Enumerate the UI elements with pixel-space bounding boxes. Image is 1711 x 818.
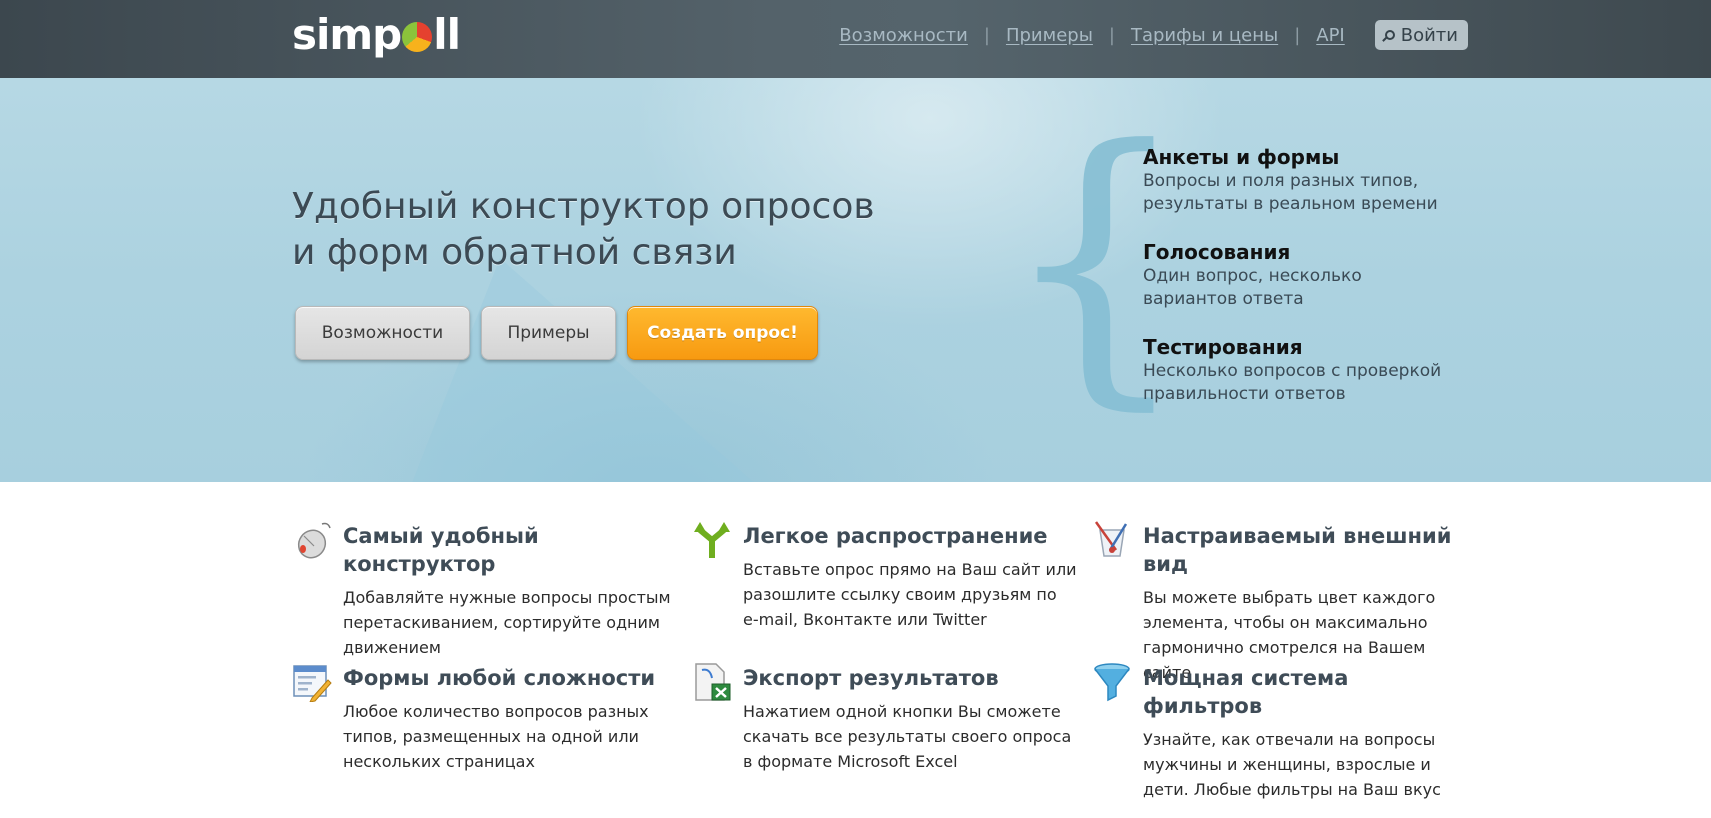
feature-title: Формы любой сложности [343,666,656,690]
use-case-desc-line: Вопросы и поля разных типов, [1143,171,1419,191]
feature-desc: Любое количество вопросов разных типов, … [343,699,692,774]
feature-forms: Формы любой сложности Любое количество в… [292,660,692,782]
use-case-desc-line: Один вопрос, несколько [1143,266,1362,286]
feature-desc-line: Добавляйте нужные вопросы простым [343,588,671,607]
feature-desc-line: Любое количество вопросов разных [343,702,649,721]
nav-pricing-link[interactable]: Тарифы и цены [1131,25,1278,46]
feature-desc-line: Вставьте опрос прямо на Ваш сайт или [743,560,1077,579]
use-case-desc-line: результаты в реальном времени [1143,194,1438,214]
feature-desc-line: движением [343,638,441,657]
hero-buttons: Возможности Примеры Создать опрос! [295,306,818,360]
feature-title: Экспорт результатов [743,666,999,690]
feature-title: Настраиваемый внешний вид [1143,524,1452,576]
feature-desc: Нажатием одной кнопки Вы сможете скачать… [743,699,1092,774]
use-case-title: Голосования [1143,240,1291,264]
logo[interactable]: simp ll [292,8,461,60]
feature-title: Самый удобный конструктор [343,524,539,576]
feature-appearance: Настраиваемый внешний вид Вы можете выбр… [1092,518,1472,682]
examples-button[interactable]: Примеры [481,306,616,360]
main-nav: Возможности | Примеры | Тарифы и цены | … [839,18,1468,52]
feature-export: Экспорт результатов Нажатием одной кнопк… [692,660,1092,782]
login-button[interactable]: Войти [1374,20,1468,50]
feature-distribution: Легкое распространение Вставьте опрос пр… [692,518,1092,640]
feature-desc-line: Нажатием одной кнопки Вы сможете [743,702,1061,721]
feature-desc-line: в формате Microsoft Excel [743,752,958,771]
use-case-surveys: Анкеты и формы Вопросы и поля разных тип… [1143,144,1473,216]
logo-text-right: ll [433,9,461,59]
feature-desc-line: мужчины и женщины, взрослые и [1143,755,1431,774]
logo-pie-icon [402,22,433,52]
feature-desc: Узнайте, как отвечали на вопросы мужчины… [1143,727,1472,802]
use-case-desc-line: правильности ответов [1143,384,1346,404]
feature-constructor: Самый удобный конструктор Добавляйте нуж… [292,518,692,657]
feature-title: Мощная система фильтров [1143,666,1349,718]
feature-desc-line: дети. Любые фильтры на Ваш вкус [1143,780,1441,799]
hero-title-line2: и форм обратной связи [292,232,737,273]
feature-desc-line: Вы можете выбрать цвет каждого [1143,588,1436,607]
curly-brace-decor: { [1000,86,1191,435]
paint-cup-icon [1094,521,1128,557]
feature-filters: Мощная система фильтров Узнайте, как отв… [1092,660,1472,799]
feature-desc-line: типов, размещенных на одной или [343,727,639,746]
hero-banner: Удобный конструктор опросов и форм обрат… [0,78,1711,482]
feature-desc-line: скачать все результаты своего опроса [743,727,1072,746]
nav-separator: | [1108,24,1115,46]
nav-separator: | [1294,24,1301,46]
use-case-votes: Голосования Один вопрос, несколько вариа… [1143,239,1473,311]
feature-desc-line: разошлите ссылку своим друзьям по [743,585,1057,604]
nav-examples-link[interactable]: Примеры [1006,25,1093,46]
logo-text-left: simp [292,9,402,59]
features-grid: Самый удобный конструктор Добавляйте нуж… [292,518,1472,799]
features-button[interactable]: Возможности [295,306,470,360]
feature-desc-line: элемента, чтобы он максимально [1143,613,1428,632]
top-bar: simp ll Возможности | Примеры | Тарифы и … [0,0,1711,79]
excel-export-icon [695,663,731,701]
use-case-title: Анкеты и формы [1143,145,1340,169]
nav-features-link[interactable]: Возможности [839,25,968,46]
feature-desc-line: Узнайте, как отвечали на вопросы [1143,730,1436,749]
key-icon [1384,30,1395,40]
nav-separator: | [983,24,990,46]
use-case-title: Тестирования [1143,335,1303,359]
create-poll-button[interactable]: Создать опрос! [627,306,818,360]
feature-desc: Вставьте опрос прямо на Ваш сайт или раз… [743,557,1092,632]
form-edit-icon [293,665,332,702]
feature-title: Легкое распространение [743,524,1048,548]
feature-desc: Добавляйте нужные вопросы простым перета… [343,585,692,660]
hero-decor-ray [410,258,760,482]
funnel-icon [1094,663,1130,702]
hero-title-line1: Удобный конструктор опросов [292,186,875,227]
mouse-icon [297,522,331,559]
hero-title: Удобный конструктор опросов и форм обрат… [292,184,912,276]
feature-desc-line: перетаскиванием, сортируйте одним [343,613,660,632]
feature-desc-line: нескольких страницах [343,752,535,771]
use-case-tests: Тестирования Несколько вопросов с провер… [1143,334,1473,406]
use-case-desc-line: Несколько вопросов с проверкой [1143,361,1442,381]
share-arrows-icon [694,522,730,558]
hero-use-cases: Анкеты и формы Вопросы и поля разных тип… [1143,144,1473,429]
feature-desc-line: e-mail, Вконтакте или Twitter [743,610,987,629]
nav-api-link[interactable]: API [1316,25,1344,46]
use-case-desc-line: вариантов ответа [1143,289,1304,309]
login-label: Войти [1400,24,1458,46]
